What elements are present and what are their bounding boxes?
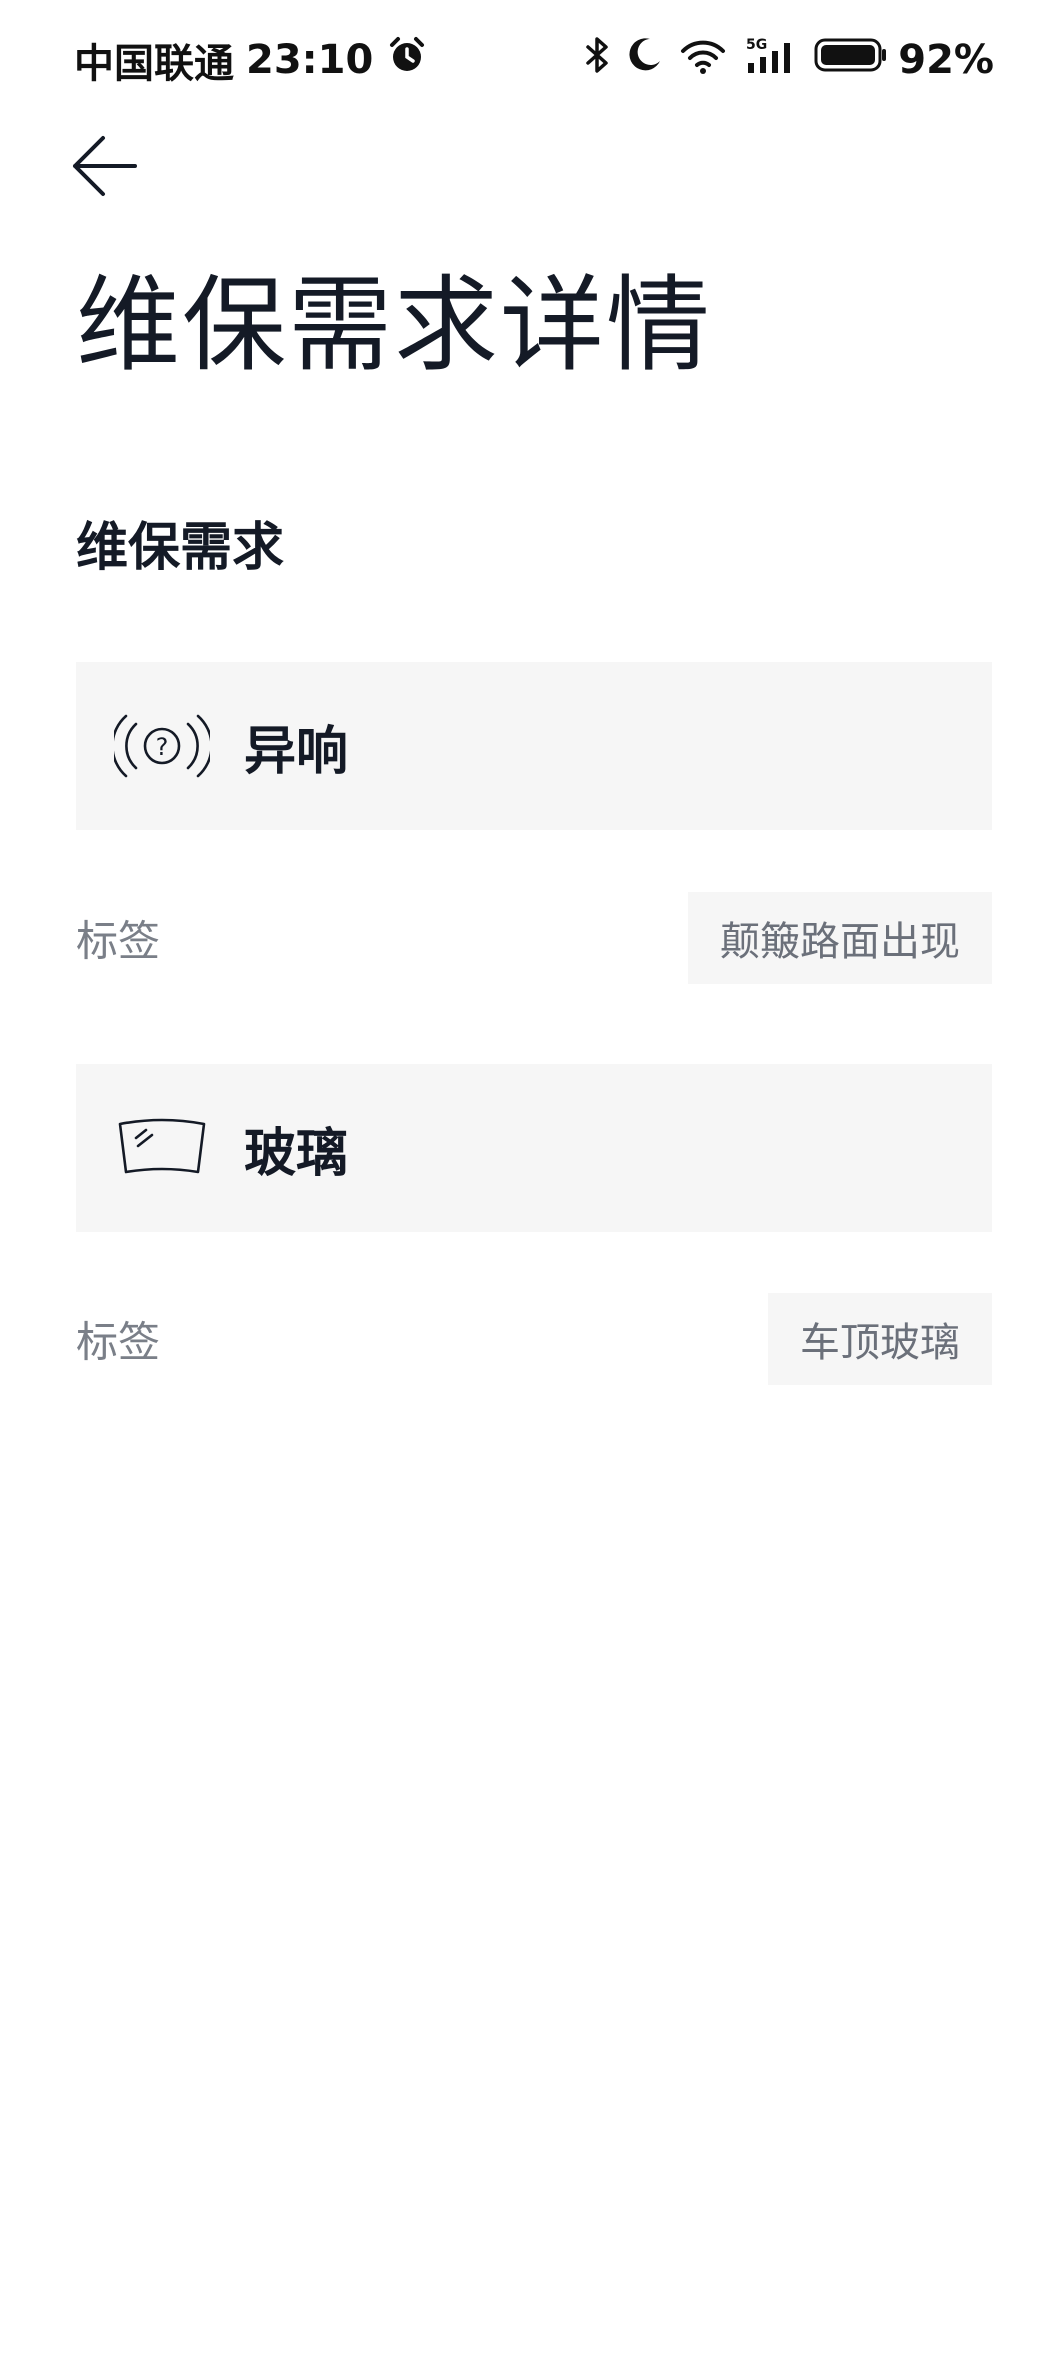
status-time: 23:10	[246, 37, 374, 83]
tag-chip: 颠簸路面出现	[688, 892, 992, 984]
request-card-glass[interactable]: 玻璃	[76, 1064, 992, 1232]
back-button[interactable]	[62, 124, 146, 208]
tag-row: 标签 车顶玻璃	[76, 1293, 992, 1385]
request-card-abnormal-noise[interactable]: ? 异响	[76, 662, 992, 830]
alarm-icon	[387, 35, 427, 85]
battery-icon	[800, 35, 888, 85]
bluetooth-icon	[568, 35, 612, 85]
status-bar: 中国联通 23:10 5G 92%	[0, 0, 1060, 120]
battery-percent: 92%	[898, 37, 994, 83]
wifi-icon	[664, 35, 728, 85]
signal-5g-icon: 5G	[728, 35, 800, 85]
tag-chip: 车顶玻璃	[768, 1293, 992, 1385]
windshield-icon	[112, 1108, 212, 1188]
sound-question-icon: ?	[112, 706, 212, 786]
tag-row: 标签 颠簸路面出现	[76, 892, 992, 984]
request-name: 玻璃	[244, 1123, 349, 1184]
svg-text:5G: 5G	[746, 37, 767, 53]
status-left: 中国联通 23:10	[74, 30, 427, 90]
tag-label: 标签	[76, 1317, 161, 1367]
tag-label: 标签	[76, 916, 161, 966]
moon-icon	[612, 35, 664, 85]
request-name: 异响	[244, 721, 349, 782]
page-title: 维保需求详情	[76, 264, 713, 386]
carrier-name: 中国联通	[74, 41, 234, 87]
section-title: 维保需求	[76, 518, 285, 578]
arrow-left-icon	[73, 136, 137, 196]
status-right: 5G 92%	[568, 30, 994, 90]
svg-text:?: ?	[156, 733, 169, 761]
